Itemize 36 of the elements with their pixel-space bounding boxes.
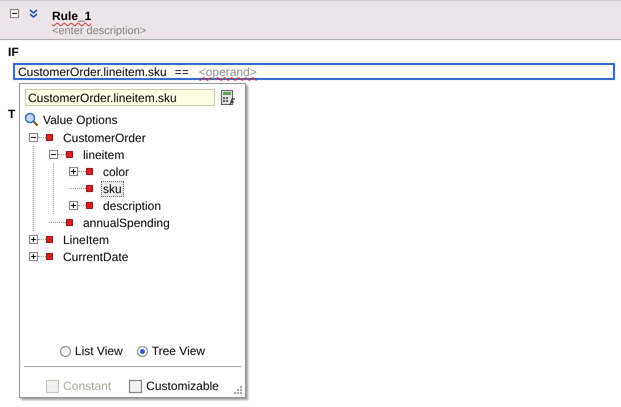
view-radio-button[interactable]: Tree View [136,344,206,358]
tree-item[interactable]: CustomerOrder [61,130,148,146]
field-icon [86,202,93,209]
plus-box-icon[interactable] [69,201,78,210]
if-label: IF [8,45,19,59]
double-chevron-icon[interactable] [29,9,38,18]
resize-grip-icon[interactable] [234,386,242,394]
tree-item[interactable]: annualSpending [81,214,172,230]
then-label: T [8,107,16,121]
view-radio-button[interactable]: List View [60,344,123,358]
tree-item[interactable]: description [101,198,164,214]
field-icon [46,236,53,243]
tree-item[interactable]: CurrentDate [61,248,130,264]
tree-item[interactable]: lineitem [81,146,126,162]
tree-item[interactable]: color [101,164,132,180]
minus-box-icon[interactable] [10,9,19,18]
plus-box-icon[interactable] [29,235,38,244]
field-icon [86,168,93,175]
search-icon [24,112,39,127]
plus-box-icon[interactable] [29,252,38,261]
field-icon [86,185,93,192]
field-icon [46,134,53,141]
tree-item[interactable]: LineItem [61,232,112,248]
condition-field[interactable]: CustomerOrder.lineitem.sku == <operand> [13,63,615,80]
field-icon [46,253,53,260]
minus-box-icon[interactable] [29,133,38,142]
calculator-icon[interactable] [221,90,236,106]
section-title: Value Options [43,112,118,126]
field-icon [66,151,73,158]
rule-title: Rule_1 [52,9,92,23]
value-field[interactable]: CustomerOrder.lineitem.sku [25,89,215,106]
tree-item[interactable]: sku [101,180,124,196]
plus-box-icon[interactable] [69,167,78,176]
option-checkbox[interactable]: Customizable [129,375,219,397]
minus-box-icon[interactable] [49,150,58,159]
field-icon [66,219,73,226]
